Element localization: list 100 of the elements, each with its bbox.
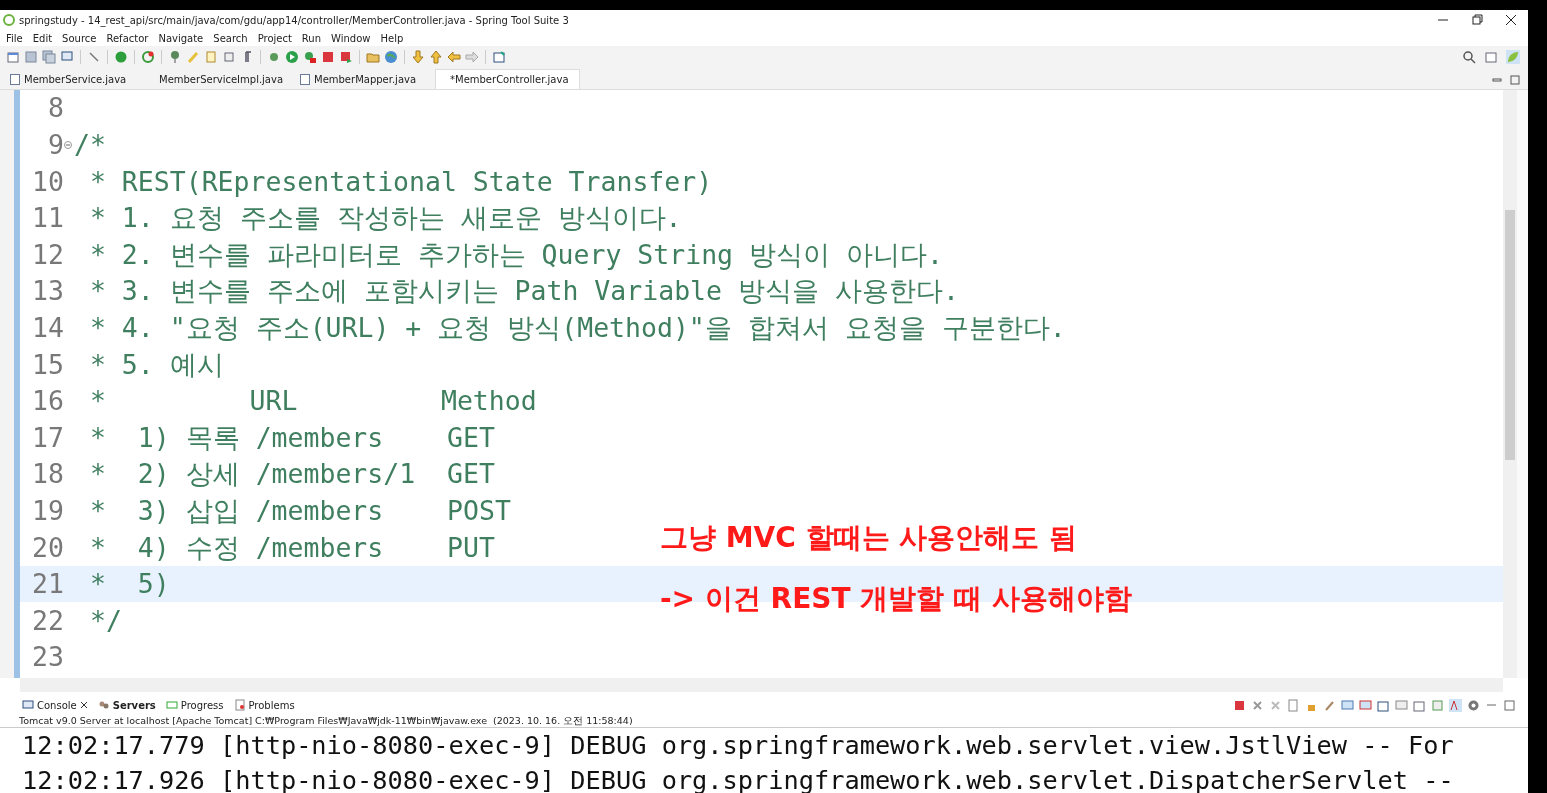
code-comment: * 4) 수정 /members PUT (88, 530, 495, 565)
code-comment: * URL Method (88, 384, 537, 419)
progress-icon (165, 699, 178, 711)
back-icon[interactable] (447, 50, 461, 64)
chat-icon[interactable] (1359, 698, 1372, 712)
remove-all-icon[interactable] (1269, 698, 1282, 712)
line-number: 22 (31, 603, 64, 638)
forward-icon[interactable] (465, 50, 479, 64)
power-icon[interactable] (114, 50, 128, 64)
stop-icon[interactable] (321, 50, 335, 64)
line-number: 13 (31, 274, 64, 309)
line-number: 11 (31, 201, 64, 236)
leaf-icon[interactable] (1506, 50, 1520, 64)
tool-run-icon[interactable] (303, 50, 317, 64)
vertical-scrollbar[interactable] (1503, 90, 1517, 678)
menu-item[interactable]: Navigate (158, 30, 204, 46)
code-comment: * 5. 예시 (88, 347, 224, 382)
code-comment: */ (88, 603, 122, 638)
line-number: 14 (31, 311, 64, 345)
window-icon[interactable] (492, 50, 506, 64)
code-comment: /* (74, 128, 106, 162)
annotation-text: 그냥 MVC 할때는 사용안해도 됨 (660, 520, 1079, 556)
brush-icon[interactable] (186, 50, 200, 64)
view-tab[interactable]: Console (22, 697, 88, 713)
close-tab-icon[interactable] (79, 701, 88, 709)
horizontal-scrollbar[interactable] (20, 678, 1503, 692)
maximize-icon[interactable] (1510, 75, 1520, 85)
remove-icon[interactable] (1251, 698, 1264, 712)
line-number: 17 (31, 420, 64, 455)
warning-list-icon (233, 699, 246, 711)
annotation-text: -> 이건 REST 개발할 때 사용해야함 (660, 581, 1132, 617)
stop-icon[interactable] (1233, 698, 1246, 712)
editor-tab[interactable]: MemberService.java (0, 69, 145, 89)
line-number: 9 (47, 128, 64, 162)
app-icon (3, 14, 15, 26)
list-icon[interactable] (1431, 698, 1444, 712)
view-tab[interactable]: Servers (97, 697, 156, 713)
maximize-icon[interactable] (1503, 698, 1516, 712)
view-tab[interactable]: Progress (165, 697, 224, 713)
console-description: Tomcat v9.0 Server at localhost [Apache Tomcat] C:₩Program Files₩Java₩jdk-11₩bin₩javaw.exe (2023. 10. 16. 오전 11:58:44) (0, 714, 1528, 728)
menu-item[interactable]: Search (213, 30, 248, 46)
window-title: springstudy - 14_rest_api/src/main/java/com/gdu/app14/controller/MemberController.java - Spring Tool Suite 3 (19, 13, 569, 28)
menu-item[interactable]: Refactor (106, 30, 149, 46)
code-comment: * 2. 변수를 파라미터로 추가하는 Query String 방식이 아니다. (88, 237, 943, 272)
block-icon[interactable] (222, 50, 236, 64)
search-icon[interactable] (1462, 50, 1476, 64)
code-comment: * REST(REpresentational State Transfer) (88, 164, 713, 199)
editor-tab[interactable]: MemberServiceImpl.java (145, 69, 290, 89)
window-icon[interactable] (1377, 698, 1390, 712)
document-icon[interactable] (1287, 698, 1300, 712)
code-comment: * 3. 변수를 주소에 포함시키는 Path Variable 방식을 사용한다. (88, 274, 959, 309)
save-all-icon[interactable] (42, 50, 56, 64)
people-icon (97, 699, 110, 711)
menu-item[interactable]: Help (380, 30, 404, 46)
perspective-icon[interactable] (1484, 50, 1498, 64)
line-number: 21 (31, 567, 64, 602)
terminal-icon[interactable] (60, 50, 74, 64)
line-number: 19 (31, 493, 64, 528)
editor-tab[interactable]: MemberMapper.java (290, 69, 435, 89)
line-number: 15 (31, 347, 64, 382)
code-comment: * 4. "요청 주소(URL) + 요청 방식(Method)"을 합쳐서 요청을 구분한다. (88, 311, 1066, 345)
folder-icon[interactable] (366, 50, 380, 64)
gear-icon[interactable] (1467, 698, 1480, 712)
save-icon[interactable] (24, 50, 38, 64)
refresh-icon[interactable] (141, 50, 155, 64)
line-number: 23 (31, 640, 64, 675)
line-number: 16 (31, 384, 64, 419)
fold-icon[interactable] (64, 140, 72, 149)
run-icon[interactable] (285, 50, 299, 64)
line-number: 18 (31, 457, 64, 492)
console-line: 12:02:17.779 [http-nio-8080-exec-9] DEBUG org.springframework.web.servlet.view.JstlView -- For (21, 730, 1455, 762)
line-number: 12 (31, 237, 64, 272)
down-arrow-icon[interactable] (411, 50, 425, 64)
monitor-icon[interactable] (1395, 698, 1408, 712)
line-number: 10 (31, 164, 64, 199)
menu-item[interactable]: Edit (32, 30, 53, 46)
editor-tab[interactable]: *MemberController.java (435, 69, 580, 89)
new-window-icon[interactable] (1413, 698, 1426, 712)
java-file-icon (300, 73, 310, 85)
code-comment: * 1. 요청 주소를 작성하는 새로운 방식이다. (88, 201, 682, 236)
view-tab[interactable]: Problems (233, 697, 295, 713)
globe-icon[interactable] (384, 50, 398, 64)
server-icon[interactable] (339, 50, 353, 64)
chat-icon[interactable] (1341, 698, 1354, 712)
menu-item[interactable]: File (6, 30, 23, 46)
menu-item[interactable]: Run (301, 30, 322, 46)
line-number: 20 (31, 530, 64, 565)
console-icon (22, 699, 34, 711)
java-file-icon (10, 73, 20, 85)
new-file-icon[interactable] (6, 50, 20, 64)
up-arrow-icon[interactable] (429, 50, 443, 64)
code-comment: * 2) 상세 /members/1 GET (88, 457, 495, 492)
code-comment: * 1) 목록 /members GET (88, 420, 495, 455)
menu-item[interactable]: Window (331, 30, 371, 46)
menu-item[interactable]: Source (62, 30, 97, 46)
letters-icon[interactable] (1449, 698, 1462, 712)
menu-item[interactable]: Project (257, 30, 292, 46)
minimize-icon[interactable] (1492, 75, 1502, 85)
line-number: 8 (47, 91, 64, 126)
document-icon[interactable] (204, 50, 218, 64)
